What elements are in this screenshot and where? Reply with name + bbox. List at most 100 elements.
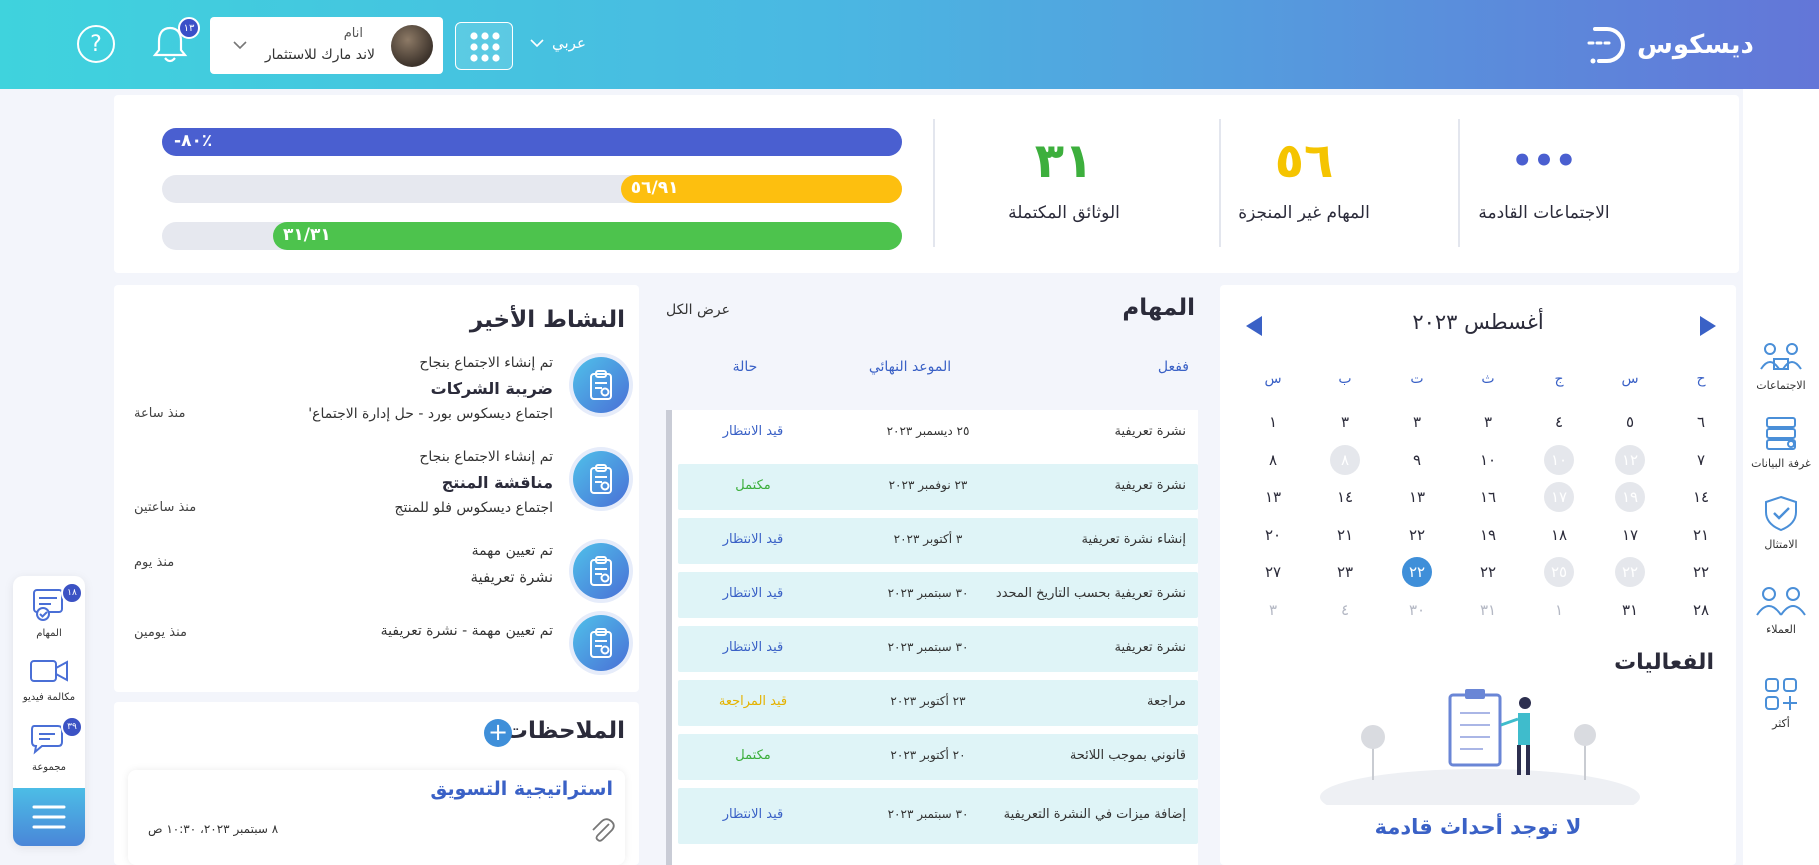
apps-grid-button[interactable]	[455, 22, 513, 70]
table-row[interactable]: نشرة تعريفية بحسب التاريخ المحدد ٣٠ سبتم…	[678, 572, 1198, 618]
add-note-button[interactable]: +	[484, 719, 512, 747]
table-row[interactable]: نشرة تعريفية ٣٠ سبتمبر ٢٠٢٣ قيد الانتظار	[678, 626, 1198, 672]
calendar-day[interactable]: ٣١	[1473, 595, 1503, 625]
calendar-day[interactable]: ٢٢	[1615, 557, 1645, 587]
table-row[interactable]: إنشاء نشرة تعريفية ٣ أكتوبر ٢٠٢٣ قيد الا…	[678, 518, 1198, 564]
calendar-day[interactable]: ١٤	[1686, 482, 1716, 512]
table-row[interactable]: مراجعة ٢٣ أكتوبر ٢٠٢٣ قيد المراجعة	[678, 680, 1198, 726]
calendar-day[interactable]: ٤	[1330, 595, 1360, 625]
stat-value: ٣١	[1034, 133, 1094, 189]
stats-panel: ••• الاجتماعات القادمة ٥٦ المهام غير الم…	[114, 95, 1739, 273]
table-row[interactable]: إضافة ميزات في النشرة التعريفية ٣٠ سبتمب…	[678, 788, 1198, 844]
calendar-day[interactable]: ١٣	[1258, 482, 1288, 512]
prev-month-arrow-icon[interactable]	[1246, 316, 1262, 336]
calendar-day[interactable]: ٤	[1544, 407, 1574, 437]
user-switcher[interactable]: انام لاند مارك للاستثمار	[210, 17, 443, 74]
column-header-deadline[interactable]: الموعد النهائي	[860, 359, 960, 375]
calendar-day[interactable]: ٢٢	[1473, 557, 1503, 587]
activity-time: منذ يوم	[134, 555, 175, 570]
calendar-day[interactable]: ٣١	[1615, 595, 1645, 625]
calendar-day[interactable]: ٢٢	[1686, 557, 1716, 587]
task-clipboard-icon	[573, 543, 629, 599]
calendar-day[interactable]: ٣	[1402, 407, 1432, 437]
task-deadline: ٢٣ أكتوبر ٢٠٢٣	[890, 694, 966, 708]
sidebar-item-clients[interactable]: العملاء	[1743, 585, 1819, 636]
calendar-day[interactable]: ٢٧	[1258, 557, 1288, 587]
calendar-day[interactable]: ١٣	[1402, 482, 1432, 512]
sidebar-item-compliance[interactable]: الامتثال	[1743, 494, 1819, 551]
table-row[interactable]: نشرة تعريفية ٢٥ ديسمبر ٢٠٢٣ قيد الانتظار	[678, 410, 1198, 456]
events-title: الفعاليات	[1614, 650, 1714, 675]
progress-bar-meetings: -٨٠٪	[162, 128, 902, 156]
column-header-status[interactable]: حالة	[720, 359, 770, 375]
weekday-label: ح	[1696, 371, 1706, 387]
calendar-day[interactable]: ٢١	[1686, 520, 1716, 550]
top-header: ? ١٣ انام لاند مارك للاستثمار عربي ديسكو…	[0, 0, 1819, 89]
calendar-day[interactable]: ١٩	[1615, 482, 1645, 512]
dock-item-video-call[interactable]: مكالمة فيديو	[13, 656, 85, 703]
sidebar-item-more[interactable]: أكثر	[1743, 677, 1819, 730]
calendar-day[interactable]: ٣	[1473, 407, 1503, 437]
column-header-action[interactable]: ففعل	[1158, 359, 1189, 375]
calendar-day[interactable]: ١٧	[1615, 520, 1645, 550]
calendar-day[interactable]: ٣٠	[1402, 595, 1432, 625]
calendar-day[interactable]: ٢٣	[1330, 557, 1360, 587]
calendar-day[interactable]: ١٠	[1544, 444, 1574, 475]
activity-text: تم تعيين مهمة - نشرة تعريفية	[380, 623, 553, 639]
calendar-day[interactable]: ٣	[1258, 595, 1288, 625]
notes-title: الملاحظات	[504, 718, 625, 744]
calendar-day[interactable]: ٨	[1330, 444, 1360, 475]
calendar-day[interactable]: ٣	[1330, 407, 1360, 437]
calendar-day[interactable]: ٥	[1615, 407, 1645, 437]
activity-text: تم إنشاء الاجتماع بنجاح	[419, 355, 553, 371]
task-name: نشرة تعريفية	[1114, 424, 1186, 439]
note-date: ٨ سبتمبر ٢٠٢٣، ١٠:٣٠ ص	[148, 822, 279, 836]
calendar-day[interactable]: ٨	[1258, 445, 1288, 475]
calendar-day[interactable]: ٢٢	[1402, 520, 1432, 550]
logo-icon	[1587, 27, 1625, 64]
weekday-label: ت	[1410, 371, 1424, 387]
menu-button[interactable]	[13, 788, 85, 846]
help-icon: ?	[90, 31, 102, 57]
calendar-day[interactable]: ١٤	[1330, 482, 1360, 512]
dock-item-group[interactable]: مجموعة ٣٩	[13, 716, 85, 773]
progress-bar-label: ٥٦/٩١	[630, 178, 679, 198]
language-label: عربي	[552, 34, 586, 52]
calendar-day[interactable]: ١	[1544, 595, 1574, 625]
view-all-link[interactable]: عرض الكل	[666, 302, 730, 318]
calendar-day[interactable]: ١٩	[1473, 520, 1503, 550]
attachment-icon[interactable]	[589, 816, 615, 844]
hamburger-icon	[32, 805, 66, 829]
tasks-panel: المهام عرض الكل ففعل الموعد النهائي حالة…	[650, 285, 1205, 865]
table-row[interactable]: قانوني بموجب اللائحة ٢٠ أكتوبر ٢٠٢٣ مكتم…	[678, 734, 1198, 780]
calendar-day[interactable]: ١٨	[1544, 520, 1574, 550]
note-item[interactable]: استراتيجية التسويق ٨ سبتمبر ٢٠٢٣، ١٠:٣٠ …	[128, 770, 625, 865]
calendar-day-today[interactable]: ٢٢	[1402, 557, 1432, 587]
table-row[interactable]: نشرة تعريفية ٢٣ نوفمبر ٢٠٢٣ مكتمل	[678, 464, 1198, 510]
notifications-count-badge: ١٣	[178, 17, 200, 39]
chevron-down-icon	[233, 41, 247, 50]
sidebar-item-data-room[interactable]: غرفة البيانات	[1743, 415, 1819, 470]
sidebar-item-meetings[interactable]: الاجتماعات	[1743, 341, 1819, 392]
calendar-day[interactable]: ١٢	[1615, 444, 1645, 475]
language-selector[interactable]: عربي	[530, 34, 586, 52]
calendar-day[interactable]: ١٠	[1473, 445, 1503, 475]
calendar-day[interactable]: ٢١	[1330, 520, 1360, 550]
calendar-day[interactable]: ٢٥	[1544, 557, 1574, 587]
help-button[interactable]: ?	[77, 25, 115, 63]
calendar-day[interactable]: ٧	[1686, 445, 1716, 475]
recent-activity-title: النشاط الأخير	[469, 307, 625, 333]
calendar-day[interactable]: ١٧	[1544, 482, 1574, 512]
calendar-day[interactable]: ٢٨	[1686, 595, 1716, 625]
task-status: قيد الانتظار	[722, 640, 784, 655]
weekday-label: س	[1264, 371, 1282, 387]
app-logo[interactable]: ديسكوس	[1585, 22, 1754, 68]
dock-item-tasks[interactable]: المهام ١٨	[13, 582, 85, 639]
calendar-day[interactable]: ٦	[1686, 407, 1716, 437]
calendar-day[interactable]: ١٦	[1473, 482, 1503, 512]
stat-completed-documents[interactable]: ٣١ الوثائق المكتملة	[944, 115, 1184, 255]
stat-upcoming-meetings[interactable]: ••• الاجتماعات القادمة	[1424, 115, 1664, 255]
calendar-day[interactable]: ٩	[1402, 445, 1432, 475]
calendar-day[interactable]: ٢٠	[1258, 520, 1288, 550]
calendar-day[interactable]: ١	[1258, 407, 1288, 437]
